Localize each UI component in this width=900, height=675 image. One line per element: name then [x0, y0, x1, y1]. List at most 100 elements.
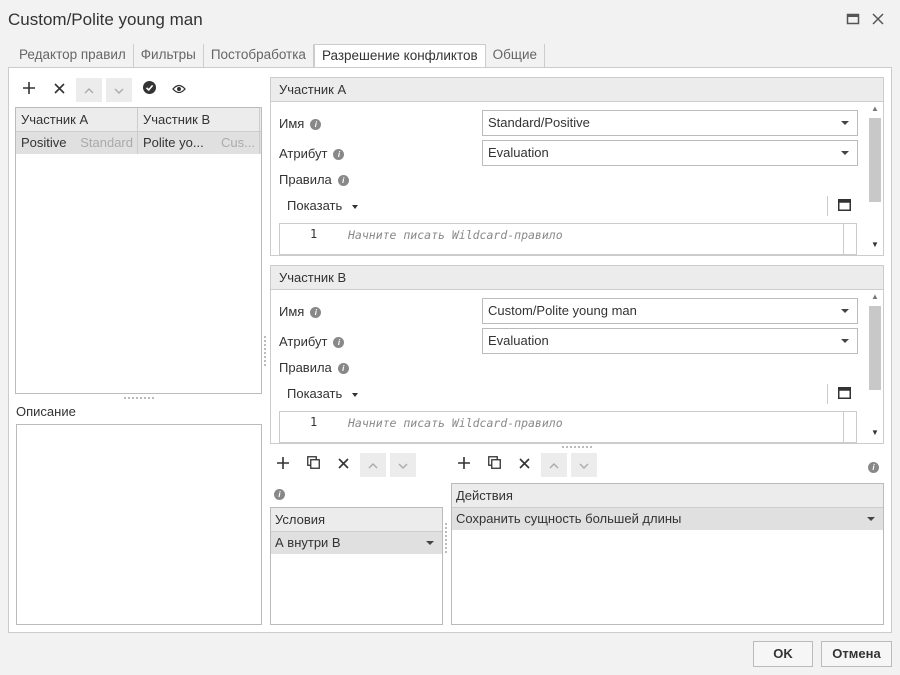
delete-icon[interactable] — [46, 78, 72, 102]
info-icon[interactable]: i — [274, 486, 285, 501]
pairs-table: Участник А Участник В Positive Standard … — [15, 107, 262, 394]
move-down-icon[interactable] — [106, 78, 132, 102]
move-down-icon[interactable] — [571, 453, 597, 477]
attribute-label-text: Атрибут — [279, 146, 328, 161]
copy-icon[interactable] — [300, 453, 326, 477]
line-number: 1 — [310, 227, 318, 241]
scroll-down-icon[interactable]: ▼ — [871, 240, 879, 249]
scroll-up-icon[interactable]: ▲ — [871, 292, 879, 301]
close-window-icon[interactable] — [870, 12, 886, 28]
window-title: Custom/Polite young man — [8, 10, 203, 29]
column-header-participant-a[interactable]: Участник А — [16, 108, 138, 131]
participant-b-header: Участник В — [271, 266, 883, 290]
move-down-icon[interactable] — [390, 453, 416, 477]
table-header: Участник А Участник В — [16, 108, 261, 132]
check-icon[interactable] — [136, 78, 162, 102]
name-label: Имя i — [279, 116, 322, 131]
actions-header: Действия — [452, 484, 883, 508]
condition-value: А внутри В — [275, 535, 341, 550]
tab-postprocessing[interactable]: Постобработка — [204, 44, 314, 68]
tab-bar: Редактор правил Фильтры Постобработка Ра… — [12, 44, 546, 69]
info-icon[interactable]: i — [333, 337, 345, 349]
cell-sub-text: Cus... — [221, 135, 255, 150]
tab-filters[interactable]: Фильтры — [134, 44, 204, 68]
cancel-button[interactable]: Отмена — [821, 641, 892, 667]
add-action-icon[interactable] — [451, 453, 477, 477]
info-icon[interactable]: i — [333, 149, 345, 161]
chevron-down-icon — [841, 121, 849, 125]
condition-row[interactable]: А внутри В — [271, 532, 442, 554]
action-row[interactable]: Сохранить сущность большей длины — [452, 508, 883, 530]
info-icon[interactable]: i — [310, 307, 322, 319]
participant-a-name-select[interactable]: Standard/Positive — [482, 110, 858, 136]
copy-icon[interactable] — [481, 453, 507, 477]
attribute-label: Атрибут i — [279, 146, 345, 161]
select-value: Evaluation — [488, 333, 549, 348]
maximize-editor-icon[interactable] — [838, 387, 851, 402]
delete-icon[interactable] — [330, 453, 356, 477]
scroll-down-icon[interactable]: ▼ — [871, 428, 879, 437]
tab-conflict-resolution[interactable]: Разрешение конфликтов — [313, 44, 486, 69]
editor-gutter-line — [843, 224, 844, 254]
eye-icon[interactable] — [166, 78, 192, 102]
cell-participant-b: Polite yo... Cus... — [138, 132, 260, 154]
add-icon[interactable] — [16, 78, 42, 102]
name-label: Имя i — [279, 304, 322, 319]
scroll-thumb[interactable] — [869, 306, 881, 390]
cell-sub-text: Standard — [80, 135, 133, 150]
cell-main-text: Polite yo... — [143, 135, 204, 150]
maximize-window-icon[interactable] — [845, 12, 861, 28]
participant-b-attribute-select[interactable]: Evaluation — [482, 328, 858, 354]
chevron-down-icon — [841, 309, 849, 313]
maximize-editor-icon[interactable] — [838, 199, 851, 214]
delete-icon[interactable] — [511, 453, 537, 477]
participant-b-scrollbar[interactable]: ▲ ▼ — [869, 290, 881, 442]
info-icon[interactable]: i — [310, 119, 322, 131]
conditions-list: Условия А внутри В — [270, 507, 443, 625]
rules-label: Правила i — [279, 360, 349, 375]
line-number: 1 — [310, 415, 318, 429]
info-icon[interactable]: i — [337, 363, 349, 375]
editor-gutter-line — [843, 412, 844, 442]
move-up-icon[interactable] — [76, 78, 102, 102]
horizontal-splitter-handle[interactable] — [124, 397, 154, 401]
scroll-thumb[interactable] — [869, 118, 881, 202]
description-textarea[interactable] — [16, 424, 262, 625]
rules-label-text: Правила — [279, 360, 332, 375]
info-icon[interactable]: i — [337, 175, 349, 187]
divider — [827, 196, 828, 216]
add-condition-icon[interactable] — [270, 453, 296, 477]
participant-a-attribute-select[interactable]: Evaluation — [482, 140, 858, 166]
cell-main-text: Positive — [21, 135, 67, 150]
horizontal-splitter-handle[interactable] — [562, 446, 592, 450]
participant-a-rule-editor[interactable]: 1 Начните писать Wildcard-правило — [279, 223, 857, 255]
move-up-icon[interactable] — [541, 453, 567, 477]
rules-label-text: Правила — [279, 172, 332, 187]
divider — [827, 384, 828, 404]
scroll-up-icon[interactable]: ▲ — [871, 104, 879, 113]
column-header-participant-b[interactable]: Участник В — [138, 108, 260, 131]
participant-b-name-select[interactable]: Custom/Polite young man — [482, 298, 858, 324]
info-icon[interactable]: i — [868, 459, 879, 474]
chevron-down-icon — [426, 541, 434, 545]
vertical-splitter-handle[interactable] — [445, 523, 447, 553]
participant-a-scrollbar[interactable]: ▲ ▼ — [869, 102, 881, 254]
ok-button[interactable]: OK — [753, 641, 813, 667]
vertical-splitter-handle[interactable] — [264, 336, 266, 366]
participant-b-rule-editor[interactable]: 1 Начните писать Wildcard-правило — [279, 411, 857, 443]
select-value: Evaluation — [488, 145, 549, 160]
chevron-down-icon — [867, 517, 875, 521]
show-dropdown-button[interactable]: Показать — [287, 386, 358, 401]
tab-rule-editor[interactable]: Редактор правил — [12, 44, 134, 68]
attribute-label: Атрибут i — [279, 334, 345, 349]
chevron-down-icon — [841, 151, 849, 155]
move-up-icon[interactable] — [360, 453, 386, 477]
action-value: Сохранить сущность большей длины — [456, 511, 682, 526]
editor-placeholder: Начните писать Wildcard-правило — [348, 416, 563, 430]
description-label: Описание — [16, 404, 76, 419]
tab-general[interactable]: Общие — [486, 44, 546, 68]
rules-label: Правила i — [279, 172, 349, 187]
caret-down-icon — [351, 392, 358, 397]
show-dropdown-button[interactable]: Показать — [287, 198, 358, 213]
table-row[interactable]: Positive Standard Polite yo... Cus... — [16, 132, 261, 154]
